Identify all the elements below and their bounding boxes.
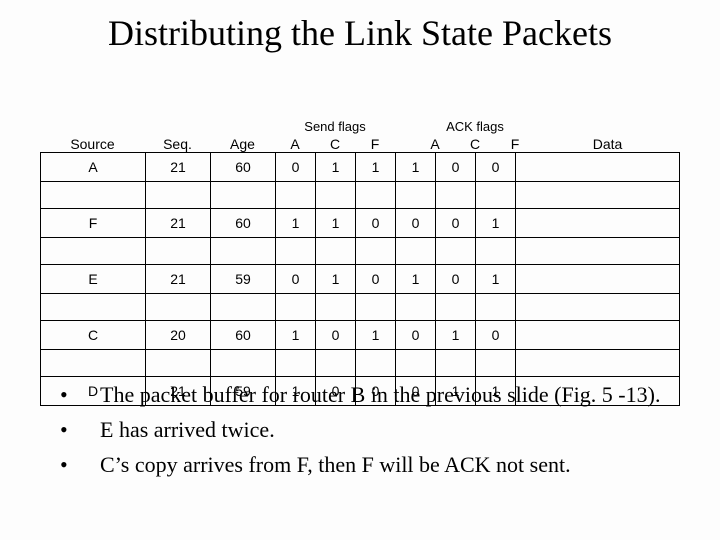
slide-title: Distributing the Link State Packets: [0, 12, 720, 54]
table-cell: 20: [146, 321, 211, 350]
table-cell: 0: [436, 153, 476, 182]
header-ack-f: F: [495, 136, 535, 152]
table-cell: 0: [476, 153, 516, 182]
table-cell: 0: [276, 153, 316, 182]
table-cell: 0: [316, 321, 356, 350]
table-cell: 0: [436, 209, 476, 238]
table-cell: 0: [436, 265, 476, 294]
table-cell: 21: [146, 209, 211, 238]
table-cell: 60: [211, 321, 276, 350]
bullet-marker: •: [60, 380, 100, 411]
header-ack-c: C: [455, 136, 495, 152]
slide: Distributing the Link State Packets Sour…: [0, 0, 720, 540]
table-cell: 1: [436, 321, 476, 350]
bullet-text: The packet buffer for router B in the pr…: [100, 380, 680, 411]
header-send-flags: Send flags A C F: [275, 119, 395, 152]
table-cell: F: [41, 209, 146, 238]
table-cell: 1: [356, 321, 396, 350]
table-cell: 60: [211, 209, 276, 238]
table-row: E2159010101: [41, 265, 680, 294]
header-send-c: C: [315, 136, 355, 152]
bullet-text: E has arrived twice.: [100, 415, 680, 446]
table-row: A2160011100: [41, 153, 680, 182]
table-cell: 21: [146, 153, 211, 182]
header-ack-flags: ACK flags A C F: [415, 119, 535, 152]
table-row-spacer: [41, 294, 680, 321]
bullet-item: • The packet buffer for router B in the …: [60, 380, 680, 411]
table-cell: C: [41, 321, 146, 350]
table-cell: [516, 209, 680, 238]
table-cell: 0: [396, 209, 436, 238]
table-cell: 1: [476, 209, 516, 238]
header-send-f: F: [355, 136, 395, 152]
table-cell: [516, 321, 680, 350]
table-cell: 1: [316, 209, 356, 238]
bullet-text: C’s copy arrives from F, then F will be …: [100, 450, 680, 481]
table-cell: 21: [146, 265, 211, 294]
table-cell: A: [41, 153, 146, 182]
bullet-list: • The packet buffer for router B in the …: [60, 380, 680, 484]
table-cell: [516, 153, 680, 182]
bullet-item: • E has arrived twice.: [60, 415, 680, 446]
table-header: Source Seq. Age Send flags A C F ACK fla…: [40, 110, 680, 152]
header-source: Source: [40, 136, 145, 152]
table-cell: E: [41, 265, 146, 294]
table-cell: 1: [356, 153, 396, 182]
header-send-a: A: [275, 136, 315, 152]
header-send-flags-label: Send flags: [275, 119, 395, 134]
table-cell: 0: [356, 265, 396, 294]
table-cell: 1: [276, 321, 316, 350]
table-row: F2160110001: [41, 209, 680, 238]
header-ack-flags-label: ACK flags: [415, 119, 535, 134]
table-cell: 59: [211, 265, 276, 294]
table-cell: 1: [316, 265, 356, 294]
header-ack-a: A: [415, 136, 455, 152]
table-cell: 1: [316, 153, 356, 182]
bullet-item: • C’s copy arrives from F, then F will b…: [60, 450, 680, 481]
table-cell: 0: [356, 209, 396, 238]
bullet-marker: •: [60, 450, 100, 481]
table-row-spacer: [41, 182, 680, 209]
bullet-marker: •: [60, 415, 100, 446]
table-cell: [516, 265, 680, 294]
table-cell: 1: [396, 153, 436, 182]
header-age: Age: [210, 136, 275, 152]
table-cell: 1: [396, 265, 436, 294]
packet-table: Source Seq. Age Send flags A C F ACK fla…: [40, 110, 680, 406]
table-cell: 0: [476, 321, 516, 350]
header-seq: Seq.: [145, 136, 210, 152]
header-data: Data: [535, 136, 680, 152]
table-cell: 1: [476, 265, 516, 294]
table-cell: 60: [211, 153, 276, 182]
table-row-spacer: [41, 350, 680, 377]
packet-table-body: A2160011100F2160110001E2159010101C206010…: [40, 152, 680, 406]
table-row-spacer: [41, 238, 680, 265]
table-cell: 0: [276, 265, 316, 294]
table-cell: 0: [396, 321, 436, 350]
table-row: C2060101010: [41, 321, 680, 350]
table-cell: 1: [276, 209, 316, 238]
